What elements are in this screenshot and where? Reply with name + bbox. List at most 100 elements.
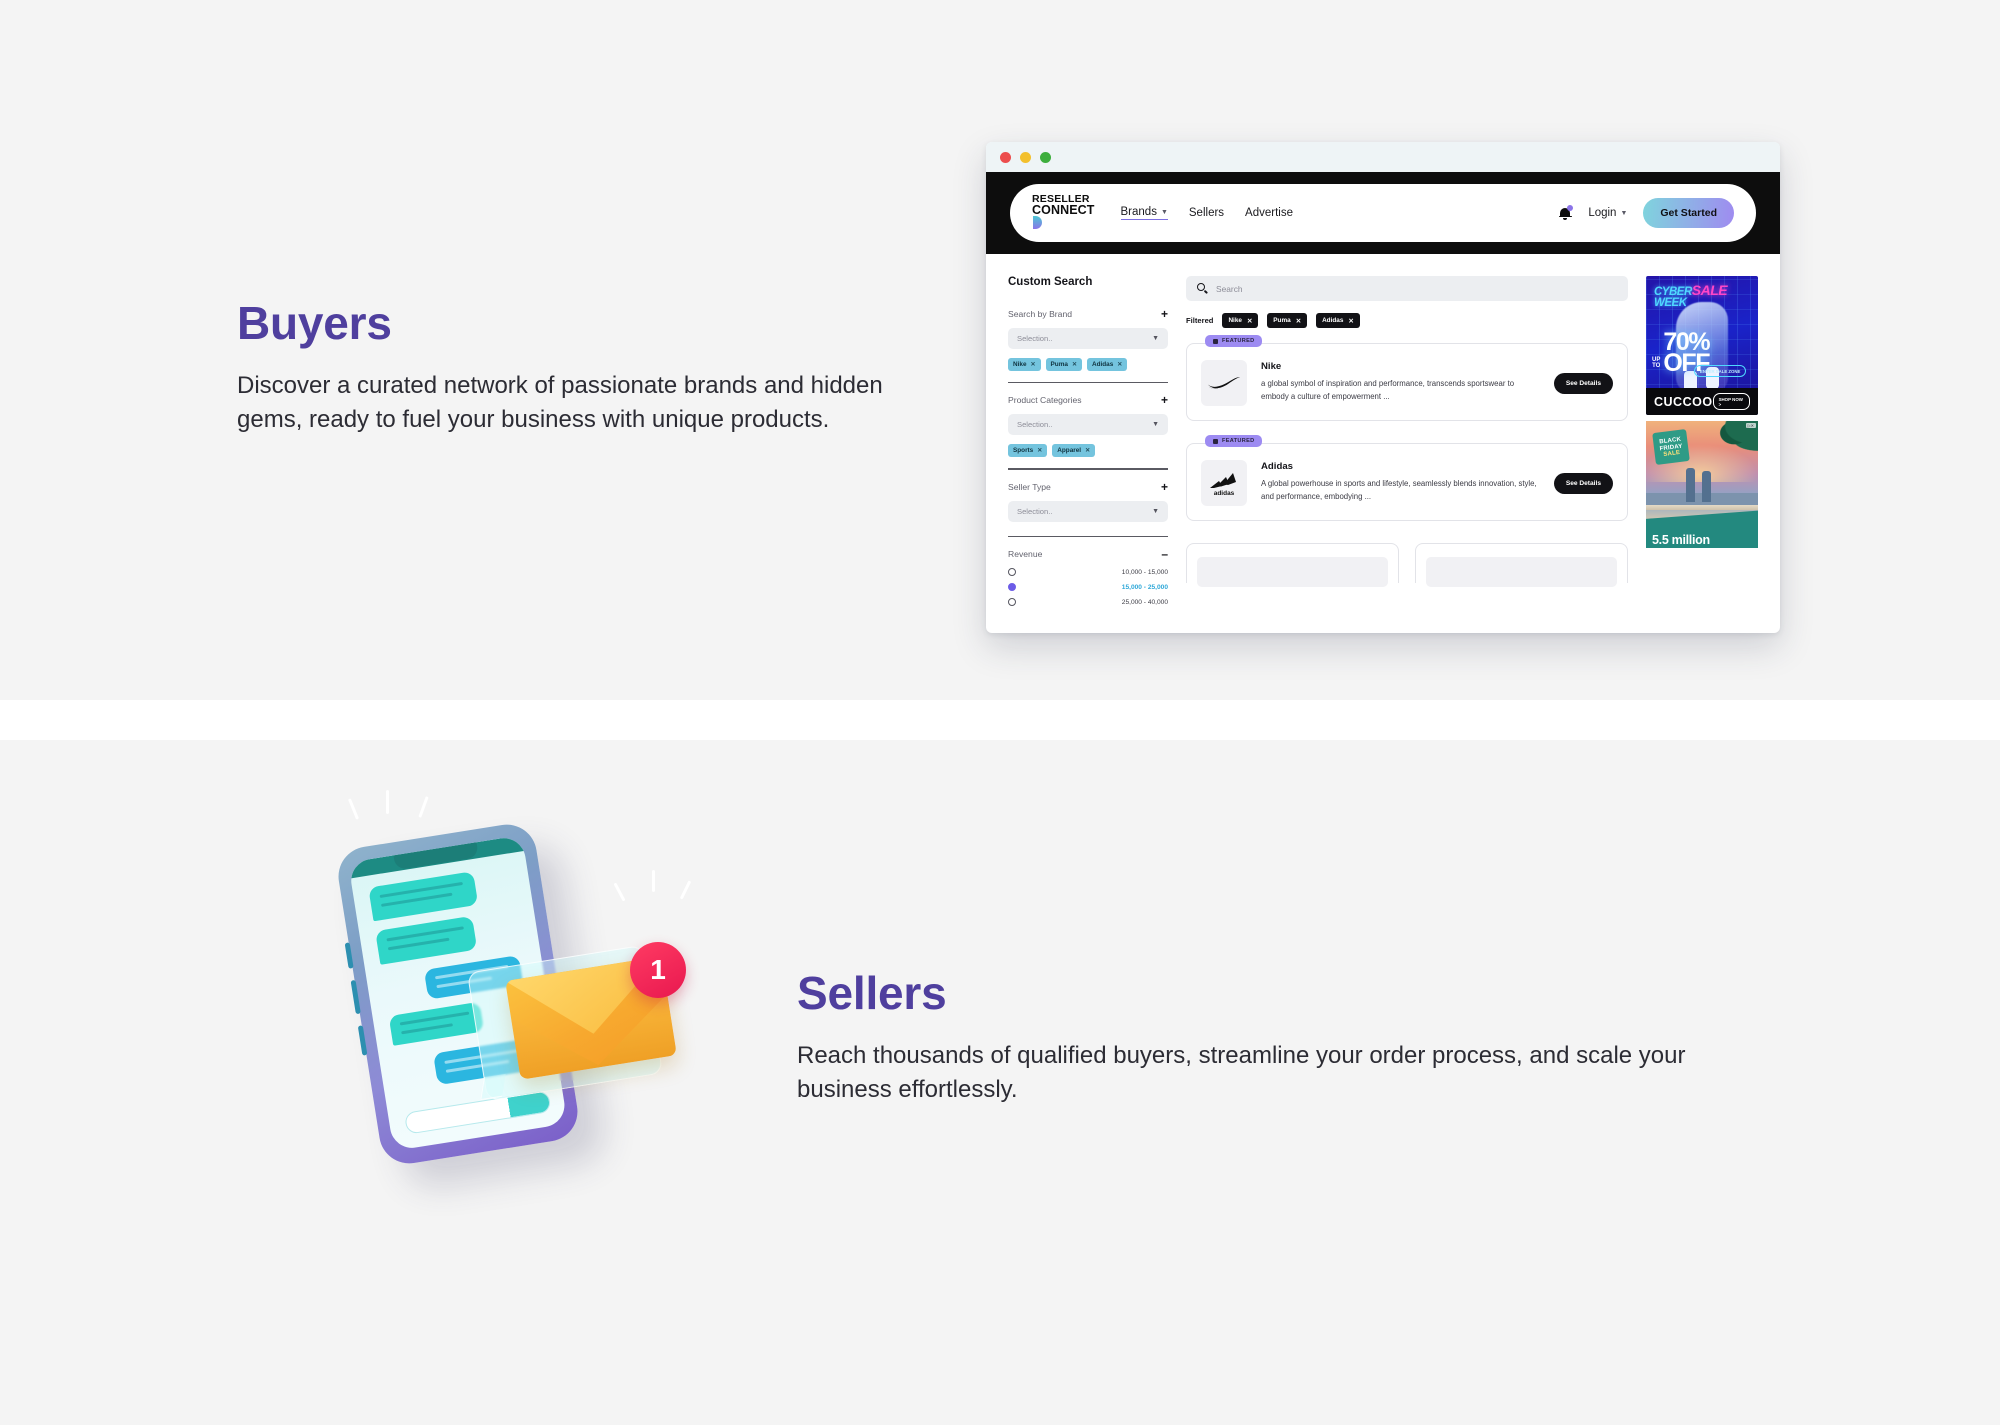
sparkle-icon xyxy=(418,796,429,818)
results-column: Search Filtered Nike ✕ Puma ✕ Adidas ✕ FEAT… xyxy=(1186,276,1628,633)
close-icon[interactable]: ✕ xyxy=(1072,361,1077,368)
revenue-option-value: 25,000 - 40,000 xyxy=(1121,598,1168,606)
revenue-option-row[interactable]: 15,000 - 25,000 xyxy=(1008,583,1168,592)
chip-label: Nike xyxy=(1228,317,1242,324)
brand-card-nike[interactable]: FEATURED Nike a global symbol of inspira… xyxy=(1186,335,1628,421)
filter-label: Seller Type xyxy=(1008,481,1051,492)
brand-description: A global powerhouse in sports and lifest… xyxy=(1261,479,1537,501)
featured-badge: FEATURED xyxy=(1205,335,1263,347)
minimize-window-dot[interactable] xyxy=(1020,151,1031,163)
cuccoo-brand-label: CUCCOO xyxy=(1654,394,1713,409)
search-placeholder: Search xyxy=(1216,283,1243,294)
collapse-minus-icon[interactable]: – xyxy=(1161,548,1168,560)
buyers-section: Buyers Discover a curated network of pas… xyxy=(0,0,2000,700)
sellers-heading: Sellers xyxy=(797,967,947,1019)
radio-icon[interactable] xyxy=(1008,598,1016,607)
get-started-button[interactable]: Get Started xyxy=(1643,198,1734,228)
chip-nike[interactable]: Nike ✕ xyxy=(1008,358,1041,371)
chip-label: Adidas xyxy=(1322,317,1344,324)
sand-band xyxy=(1646,504,1758,510)
nav-item-sellers[interactable]: Sellers xyxy=(1189,207,1224,219)
bell-icon[interactable] xyxy=(1558,204,1574,221)
see-details-button[interactable]: See Details xyxy=(1553,472,1613,494)
seller-type-select-placeholder: Selection.. xyxy=(1017,506,1053,516)
filter-group-search-by-brand: Search by Brand + Selection.. ▼ Nike ✕ Pu… xyxy=(1008,308,1168,371)
seller-type-select[interactable]: Selection.. ▼ xyxy=(1008,500,1168,522)
filters-sidebar: Custom Search Search by Brand + Selectio… xyxy=(1008,276,1168,633)
filtered-chips-row: Filtered Nike ✕ Puma ✕ Adidas ✕ xyxy=(1186,313,1628,328)
phone-volume-button xyxy=(344,942,354,969)
filtered-chip-puma[interactable]: Puma ✕ xyxy=(1267,313,1308,328)
nav-item-advertise-label: Advertise xyxy=(1245,207,1293,219)
star-icon xyxy=(1213,338,1218,344)
expand-plus-icon[interactable]: + xyxy=(1161,394,1168,406)
search-icon xyxy=(1197,283,1209,294)
close-icon[interactable]: ✕ xyxy=(1117,361,1122,368)
close-icon[interactable]: ✕ xyxy=(1037,447,1042,454)
chip-label: Adidas xyxy=(1091,361,1114,368)
expand-plus-icon[interactable]: + xyxy=(1161,308,1168,320)
nav-item-sellers-label: Sellers xyxy=(1188,207,1225,219)
chip-apparel[interactable]: Apparel ✕ xyxy=(1052,444,1096,458)
black-friday-ad-banner[interactable]: BLACK FRIDAY SALE 5.5 million ▷✕ xyxy=(1646,421,1758,548)
maximize-window-dot[interactable] xyxy=(1040,151,1051,163)
filter-header[interactable]: Search by Brand + xyxy=(1008,308,1168,320)
revenue-option-row[interactable]: 10,000 - 15,000 xyxy=(1008,568,1168,577)
close-window-dot[interactable] xyxy=(1000,151,1011,163)
chip-sports[interactable]: Sports ✕ xyxy=(1008,444,1048,458)
cyber-week-ad-banner[interactable]: CYBERSALE WEEK UP TO 70% OFF ENTER SALE Z… xyxy=(1646,276,1758,415)
featured-badge-label: FEATURED xyxy=(1222,438,1255,444)
filtered-chip-adidas[interactable]: Adidas ✕ xyxy=(1316,313,1360,328)
brand-select[interactable]: Selection.. ▼ xyxy=(1008,328,1168,349)
close-icon[interactable]: ✕ xyxy=(1348,317,1353,325)
result-card-placeholder[interactable] xyxy=(1415,543,1628,587)
login-menu[interactable]: Login ▼ xyxy=(1588,207,1627,219)
revenue-option-row[interactable]: 25,000 - 40,000 xyxy=(1008,598,1168,607)
brand-card-adidas[interactable]: FEATURED adidas Adidas A global powerhou… xyxy=(1186,435,1628,521)
close-icon[interactable]: ✕ xyxy=(1031,361,1036,368)
category-select-placeholder: Selection.. xyxy=(1017,420,1053,430)
browser-window-mockup: RESELLER CONNECT Brands ▼ Sellers Advert… xyxy=(986,142,1780,633)
radio-icon-selected[interactable] xyxy=(1008,583,1016,592)
filter-label: Revenue xyxy=(1008,549,1043,560)
revenue-option-value: 10,000 - 15,000 xyxy=(1121,568,1168,576)
brand-select-placeholder: Selection.. xyxy=(1017,334,1053,343)
see-details-button[interactable]: See Details xyxy=(1553,372,1613,394)
chip-adidas[interactable]: Adidas ✕ xyxy=(1086,358,1128,371)
search-input[interactable]: Search xyxy=(1186,276,1628,301)
notification-count-badge: 1 xyxy=(630,942,686,998)
nav-item-advertise[interactable]: Advertise xyxy=(1245,207,1293,219)
sparkle-icon xyxy=(613,882,626,902)
filter-header[interactable]: Revenue – xyxy=(1008,548,1168,560)
chip-label: Sports xyxy=(1013,447,1034,455)
site-navbar: RESELLER CONNECT Brands ▼ Sellers Advert… xyxy=(1010,184,1756,242)
ad-choices-icon[interactable]: ▷✕ xyxy=(1745,423,1756,428)
cyber-sale-word: SALE xyxy=(1691,282,1728,298)
category-select[interactable]: Selection.. ▼ xyxy=(1008,414,1168,436)
expand-plus-icon[interactable]: + xyxy=(1161,481,1168,493)
reseller-connect-logo[interactable]: RESELLER CONNECT xyxy=(1032,194,1095,231)
message-input-field[interactable] xyxy=(403,1090,552,1135)
chip-label: Apparel xyxy=(1057,447,1082,455)
chevron-down-icon: ▼ xyxy=(1620,209,1628,217)
chip-puma[interactable]: Puma ✕ xyxy=(1045,358,1082,371)
close-icon[interactable]: ✕ xyxy=(1085,447,1090,454)
close-icon[interactable]: ✕ xyxy=(1247,317,1252,325)
brand-name: Nike xyxy=(1261,361,1282,372)
close-icon[interactable]: ✕ xyxy=(1296,317,1301,325)
login-label: Login xyxy=(1588,207,1617,219)
enter-sale-zone-button[interactable]: ENTER SALE ZONE xyxy=(1694,365,1747,377)
notification-card-tail xyxy=(480,1073,506,1101)
phone-notch xyxy=(393,842,479,871)
nav-item-brands[interactable]: Brands ▼ xyxy=(1120,206,1168,220)
shop-now-button[interactable]: SHOP NOW > xyxy=(1712,393,1750,410)
featured-badge: FEATURED xyxy=(1205,435,1263,447)
result-card-placeholder[interactable] xyxy=(1186,543,1399,587)
tag-line-3: SALE xyxy=(1663,450,1681,459)
filter-header[interactable]: Seller Type + xyxy=(1008,481,1168,493)
chevron-down-icon: ▼ xyxy=(1152,507,1159,515)
radio-icon[interactable] xyxy=(1008,568,1016,577)
buyers-text-block: Buyers Discover a curated network of pas… xyxy=(237,298,927,438)
filter-header[interactable]: Product Categories + xyxy=(1008,394,1168,406)
filtered-chip-nike[interactable]: Nike ✕ xyxy=(1222,313,1259,328)
